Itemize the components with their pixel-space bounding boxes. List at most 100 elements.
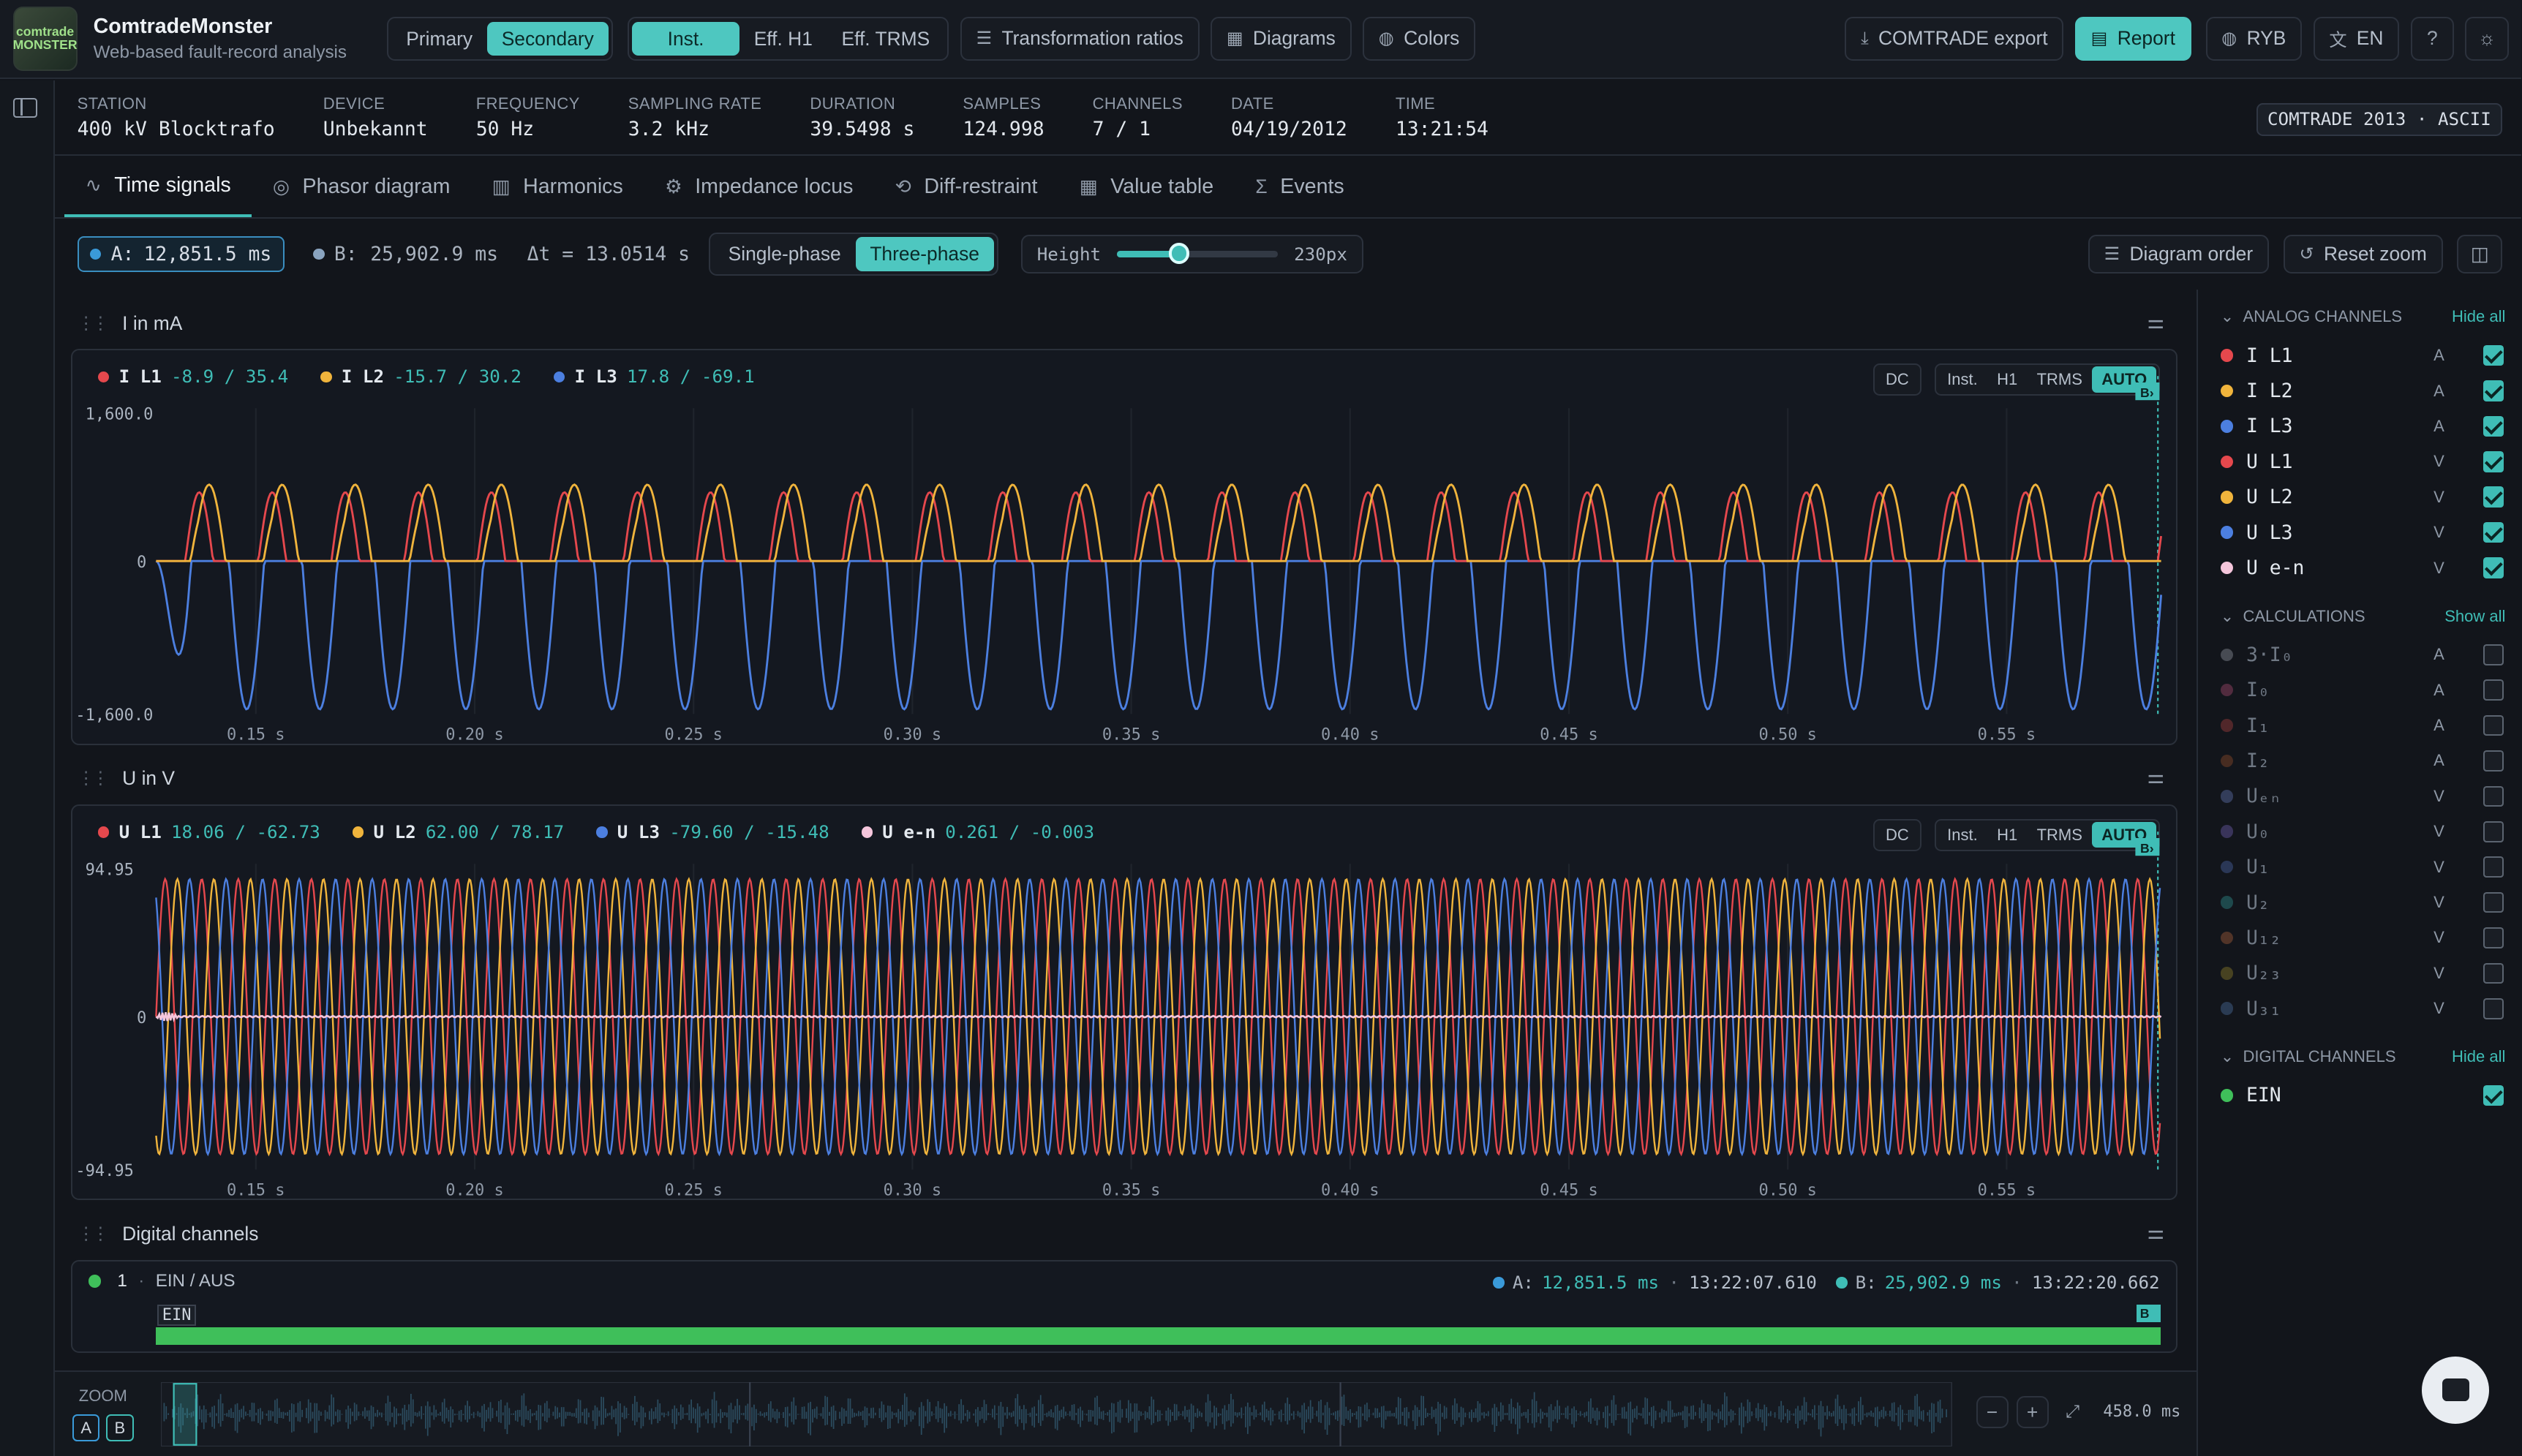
tab-value-table[interactable]: ▦ Value table xyxy=(1058,156,1235,218)
channel-name: I₁ xyxy=(2246,714,2270,737)
channel-row[interactable]: I₂ A xyxy=(2198,743,2521,778)
channel-row[interactable]: I₀ A xyxy=(2198,673,2521,708)
tab-phasor-diagram[interactable]: ◎ Phasor diagram xyxy=(252,156,471,218)
channel-checkbox[interactable] xyxy=(2483,750,2504,772)
phase-naming-button[interactable]: ◍ RYB xyxy=(2205,17,2303,61)
calc-section-header[interactable]: ⌄ CALCULATIONS Show all xyxy=(2198,602,2521,631)
channel-row[interactable]: EIN xyxy=(2198,1078,2521,1113)
drag-handle-icon[interactable]: ⋮⋮ xyxy=(78,313,110,334)
colors-button[interactable]: ◍ Colors xyxy=(1363,17,1476,61)
zoom-out-icon[interactable]: − xyxy=(1976,1396,2009,1429)
channel-checkbox[interactable] xyxy=(2483,927,2504,948)
channel-row[interactable]: U L3 V xyxy=(2198,515,2521,550)
current-plot[interactable]: 0.15 s 0.20 s 0.25 s 0.30 s 0.35 s 0.40 s 0.45… xyxy=(72,350,2179,746)
channel-checkbox[interactable] xyxy=(2483,521,2504,543)
channel-row[interactable]: I L2 A xyxy=(2198,373,2521,408)
current-chart[interactable]: I L1 -8.9 / 35.4 I L2 -15.7 / 30.2 I L3 17.8 … xyxy=(70,349,2179,746)
channel-name: U L2 xyxy=(2246,486,2293,509)
channel-checkbox[interactable] xyxy=(2483,486,2504,508)
channel-row[interactable]: 3·I₀ A xyxy=(2198,637,2521,672)
channel-row[interactable]: U₀ V xyxy=(2198,814,2521,849)
channel-row[interactable]: I₁ A xyxy=(2198,708,2521,743)
current-panel-settings-icon[interactable]: ⚌ xyxy=(2147,311,2164,333)
channel-checkbox[interactable] xyxy=(2483,821,2504,842)
voltage-chart[interactable]: U L1 18.06 / -62.73 U L2 62.00 / 78.17 U L3-… xyxy=(70,804,2179,1202)
channel-row[interactable]: U₁₂ V xyxy=(2198,920,2521,955)
channel-checkbox[interactable] xyxy=(2483,557,2504,578)
channel-checkbox[interactable] xyxy=(2483,997,2504,1019)
tab-time-signals[interactable]: ∿ Time signals xyxy=(64,156,252,218)
calc-show-all-link[interactable]: Show all xyxy=(2444,607,2505,626)
channel-row[interactable]: I L1 A xyxy=(2198,338,2521,373)
zoom-to-a-button[interactable]: A xyxy=(72,1414,100,1441)
digital-hide-all-link[interactable]: Hide all xyxy=(2452,1047,2505,1066)
single-phase-button[interactable]: Single-phase xyxy=(714,237,856,271)
analog-hide-all-link[interactable]: Hide all xyxy=(2452,307,2505,326)
channel-checkbox[interactable] xyxy=(2483,714,2504,736)
zoom-to-b-button[interactable]: B xyxy=(106,1414,134,1441)
inst-button[interactable]: Inst. xyxy=(632,21,739,56)
channel-row[interactable]: U L2 V xyxy=(2198,480,2521,515)
channel-row[interactable]: U₃₁ V xyxy=(2198,991,2521,1026)
channel-row[interactable]: U₂ V xyxy=(2198,885,2521,920)
reset-zoom-button[interactable]: ↺ Reset zoom xyxy=(2283,235,2443,274)
sidebar-toggle-icon[interactable] xyxy=(12,98,37,118)
report-button[interactable]: ▤ Report xyxy=(2074,17,2191,61)
voltage-panel-settings-icon[interactable]: ⚌ xyxy=(2147,766,2164,788)
channel-name: U₁₂ xyxy=(2246,926,2281,949)
zoom-overview[interactable] xyxy=(160,1381,1952,1446)
channel-checkbox[interactable] xyxy=(2483,451,2504,472)
channel-checkbox[interactable] xyxy=(2483,962,2504,984)
primary-button[interactable]: Primary xyxy=(391,22,487,56)
height-track[interactable] xyxy=(1117,243,1279,264)
tab-impedance-locus[interactable]: ⚙ Impedance locus xyxy=(644,156,874,218)
channel-row[interactable]: U e-n V xyxy=(2198,550,2521,585)
eff-h1-button[interactable]: Eff. H1 xyxy=(739,22,827,56)
channel-checkbox[interactable] xyxy=(2483,644,2504,665)
three-phase-button[interactable]: Three-phase xyxy=(855,237,994,271)
channel-checkbox[interactable] xyxy=(2483,785,2504,807)
digital-chart[interactable]: 1 · EIN / AUS A: 12,851.5 ms · 13:22:07.610… xyxy=(70,1259,2177,1354)
drag-handle-icon[interactable]: ⋮⋮ xyxy=(78,768,110,789)
comtrade-export-button[interactable]: ⤓ COMTRADE export xyxy=(1845,17,2064,61)
transformation-ratios-button[interactable]: ☰ Transformation ratios xyxy=(960,17,1200,61)
help-icon[interactable]: ? xyxy=(2410,17,2455,61)
channel-row[interactable]: U₁ V xyxy=(2198,849,2521,884)
channel-row[interactable]: U₂₃ V xyxy=(2198,956,2521,991)
channel-row[interactable]: U L1 V xyxy=(2198,444,2521,479)
digital-section-header[interactable]: ⌄ DIGITAL CHANNELS Hide all xyxy=(2198,1042,2521,1071)
channel-checkbox[interactable] xyxy=(2483,415,2504,437)
channel-checkbox[interactable] xyxy=(2483,1085,2504,1106)
language-button[interactable]: 文 EN xyxy=(2313,17,2400,61)
diagrams-button[interactable]: ▦ Diagrams xyxy=(1211,17,1352,61)
height-knob[interactable] xyxy=(1168,243,1190,264)
tab-events[interactable]: Σ Events xyxy=(1235,156,1366,218)
cursor-a-readout[interactable]: A: 12,851.5 ms xyxy=(77,236,285,272)
drag-handle-icon[interactable]: ⋮⋮ xyxy=(78,1223,110,1245)
panel-toggle-icon[interactable]: ◫ xyxy=(2457,235,2502,274)
secondary-button[interactable]: Secondary xyxy=(486,21,609,56)
channel-checkbox[interactable] xyxy=(2483,380,2504,401)
diagram-order-button[interactable]: ☰ Diagram order xyxy=(2088,235,2269,274)
channel-checkbox[interactable] xyxy=(2483,344,2504,366)
analog-section-header[interactable]: ⌄ ANALOG CHANNELS Hide all xyxy=(2198,303,2521,332)
chat-button[interactable] xyxy=(2422,1356,2490,1424)
palette-icon: ◍ xyxy=(1378,29,1394,49)
channel-checkbox[interactable] xyxy=(2483,891,2504,913)
channel-row[interactable]: Uₑₙ V xyxy=(2198,779,2521,814)
digital-panel-settings-icon[interactable]: ⚌ xyxy=(2147,1221,2164,1244)
eff-trms-button[interactable]: Eff. TRMS xyxy=(827,22,944,56)
theme-toggle-icon[interactable]: ☼ xyxy=(2465,17,2509,61)
channel-row[interactable]: I L3 A xyxy=(2198,409,2521,444)
tab-diff-restraint[interactable]: ⟲ Diff-restraint xyxy=(874,156,1058,218)
channel-checkbox[interactable] xyxy=(2483,856,2504,878)
cursor-b-readout[interactable]: B: 25,902.9 ms xyxy=(313,243,498,265)
b-marker[interactable]: B xyxy=(2137,1304,2161,1323)
digital-cursor-readout: A: 12,851.5 ms · 13:22:07.610 B: 25,902.9 ms… xyxy=(1493,1272,2160,1293)
expand-icon[interactable]: ⤢ xyxy=(2057,1396,2089,1428)
height-slider[interactable]: Height 230px xyxy=(1020,235,1363,274)
tab-harmonics[interactable]: ▥ Harmonics xyxy=(471,156,644,218)
voltage-plot[interactable]: 0.15 s 0.20 s 0.25 s 0.30 s 0.35 s 0.40 s 0.45… xyxy=(72,806,2179,1202)
channel-checkbox[interactable] xyxy=(2483,679,2504,701)
zoom-in-icon[interactable]: + xyxy=(2016,1396,2049,1429)
